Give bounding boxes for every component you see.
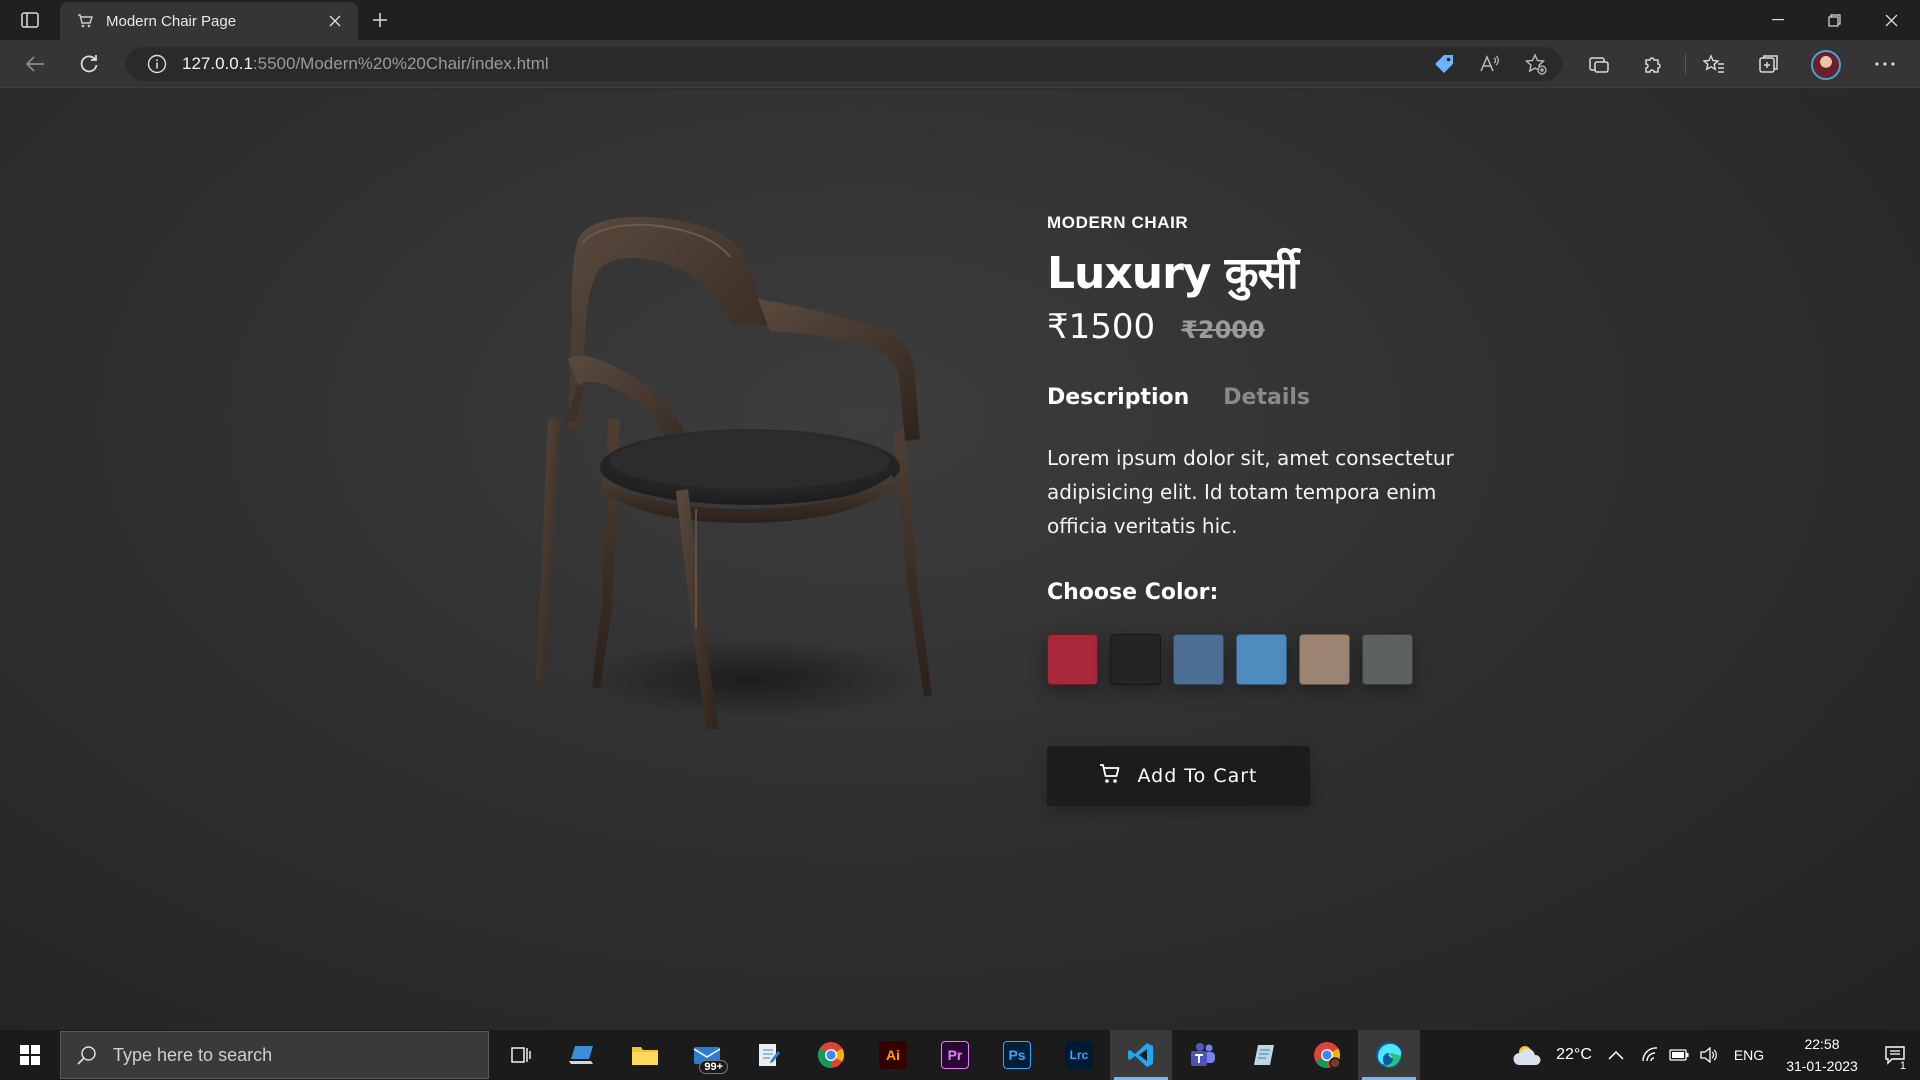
teams-icon[interactable] xyxy=(1172,1030,1234,1080)
browser-toolbar: 127.0.0.1:5500/Modern%20%20Chair/index.h… xyxy=(0,40,1920,88)
address-bar[interactable]: 127.0.0.1:5500/Modern%20%20Chair/index.h… xyxy=(126,47,1562,81)
file-explorer-icon[interactable] xyxy=(614,1030,676,1080)
profile-avatar[interactable] xyxy=(1811,50,1841,80)
language-label: ENG xyxy=(1733,1047,1765,1063)
cart-icon xyxy=(1099,763,1121,789)
tab-description[interactable]: Description xyxy=(1047,385,1189,410)
photoshop-icon[interactable]: Ps xyxy=(986,1030,1048,1080)
notepad-app-icon[interactable] xyxy=(738,1030,800,1080)
notes-app-icon[interactable] xyxy=(1234,1030,1296,1080)
url-path: :5500/Modern%20%20Chair/index.html xyxy=(252,54,549,73)
site-info-icon[interactable] xyxy=(146,53,168,75)
extensions-puzzle-icon[interactable] xyxy=(1636,48,1670,80)
favorites-icon[interactable] xyxy=(1697,48,1731,80)
color-swatch-beige[interactable] xyxy=(1299,634,1350,685)
more-menu-icon[interactable] xyxy=(1868,48,1902,80)
mail-app-icon[interactable]: 99+ xyxy=(676,1030,738,1080)
show-hidden-icons-icon[interactable] xyxy=(1596,1030,1636,1080)
color-swatch-red[interactable] xyxy=(1047,634,1098,685)
weather-temperature: 22°C xyxy=(1556,1046,1592,1063)
refresh-icon[interactable] xyxy=(72,48,106,80)
taskbar-apps: 99+ Ai Pr Ps Lrc xyxy=(490,1030,1420,1080)
notification-center-icon[interactable]: 1 xyxy=(1870,1030,1920,1080)
restore-icon[interactable] xyxy=(1806,0,1863,40)
edge-icon[interactable] xyxy=(1358,1030,1420,1080)
windows-taskbar: Type here to search 99+ Ai Pr Ps Lrc 22°… xyxy=(0,1030,1920,1080)
page-viewport: MODERN CHAIR Luxury कुर्सी ₹1500 ₹2000 D… xyxy=(0,89,1920,1030)
tab-title: Modern Chair Page xyxy=(106,12,237,30)
coupon-tag-icon[interactable] xyxy=(1426,49,1462,79)
battery-icon[interactable] xyxy=(1664,1030,1694,1080)
original-price: ₹2000 xyxy=(1181,316,1265,344)
weather-temp-wrap: 22°C xyxy=(1552,1030,1596,1080)
color-swatches xyxy=(1047,634,1413,685)
notification-count: 1 xyxy=(1896,1060,1909,1072)
add-to-cart-button[interactable]: Add To Cart xyxy=(1047,746,1310,806)
laptop-app-icon[interactable] xyxy=(552,1030,614,1080)
clock-time: 22:58 xyxy=(1804,1036,1840,1052)
premiere-icon[interactable]: Pr xyxy=(924,1030,986,1080)
weather-cloud-icon[interactable] xyxy=(1502,1030,1552,1080)
product-category: MODERN CHAIR xyxy=(1047,213,1189,232)
browser-tab[interactable]: Modern Chair Page xyxy=(60,2,358,40)
product-price: ₹1500 ₹2000 xyxy=(1047,307,1265,347)
tab-details[interactable]: Details xyxy=(1223,385,1310,410)
extension-bing-icon[interactable] xyxy=(1582,48,1616,80)
vscode-icon[interactable] xyxy=(1110,1030,1172,1080)
window-controls xyxy=(1749,0,1920,40)
url-text: 127.0.0.1:5500/Modern%20%20Chair/index.h… xyxy=(182,54,549,74)
current-price: ₹1500 xyxy=(1047,307,1156,347)
search-icon xyxy=(75,1043,99,1067)
product-tabs: Description Details xyxy=(1047,385,1310,410)
chair-image xyxy=(520,209,960,731)
read-aloud-icon[interactable] xyxy=(1472,49,1508,79)
search-placeholder: Type here to search xyxy=(113,1044,273,1065)
language-indicator[interactable]: ENG xyxy=(1724,1030,1774,1080)
toolbar-divider xyxy=(1685,54,1686,74)
task-view-icon[interactable] xyxy=(490,1030,552,1080)
system-tray: 22°C ENG 22:58 31-01-2023 1 xyxy=(1502,1030,1920,1080)
product-description: Lorem ipsum dolor sit, amet consectetur … xyxy=(1047,446,1454,538)
chrome-profile-icon[interactable] xyxy=(1296,1030,1358,1080)
color-swatch-black[interactable] xyxy=(1110,634,1161,685)
illustrator-icon[interactable]: Ai xyxy=(862,1030,924,1080)
new-tab-icon[interactable] xyxy=(366,8,394,32)
add-favorite-icon[interactable] xyxy=(1518,49,1554,79)
back-arrow-icon[interactable] xyxy=(18,48,52,80)
taskbar-search-box[interactable]: Type here to search xyxy=(60,1031,489,1079)
choose-color-label: Choose Color: xyxy=(1047,580,1219,605)
color-swatch-denim[interactable] xyxy=(1173,634,1224,685)
url-host: 127.0.0.1 xyxy=(182,54,253,73)
chrome-icon[interactable] xyxy=(800,1030,862,1080)
color-swatch-light-blue[interactable] xyxy=(1236,634,1287,685)
browser-tab-bar: Modern Chair Page xyxy=(0,0,1920,40)
add-to-cart-label: Add To Cart xyxy=(1137,765,1258,787)
mail-badge: 99+ xyxy=(699,1060,728,1074)
volume-icon[interactable] xyxy=(1694,1030,1724,1080)
lightroom-classic-icon[interactable]: Lrc xyxy=(1048,1030,1110,1080)
close-window-icon[interactable] xyxy=(1863,0,1920,40)
minimize-icon[interactable] xyxy=(1749,0,1806,40)
windows-start-icon[interactable] xyxy=(0,1030,60,1080)
color-swatch-grey[interactable] xyxy=(1362,634,1413,685)
clock[interactable]: 22:58 31-01-2023 xyxy=(1774,1030,1870,1080)
address-bar-icons xyxy=(1426,47,1554,81)
cart-favicon-icon xyxy=(76,12,94,30)
close-tab-icon[interactable] xyxy=(324,10,346,32)
wifi-icon[interactable] xyxy=(1636,1030,1664,1080)
product-title: Luxury कुर्सी xyxy=(1047,248,1299,299)
clock-date: 31-01-2023 xyxy=(1786,1058,1858,1074)
collections-icon[interactable] xyxy=(1752,48,1786,80)
tab-actions-icon[interactable] xyxy=(16,8,44,32)
